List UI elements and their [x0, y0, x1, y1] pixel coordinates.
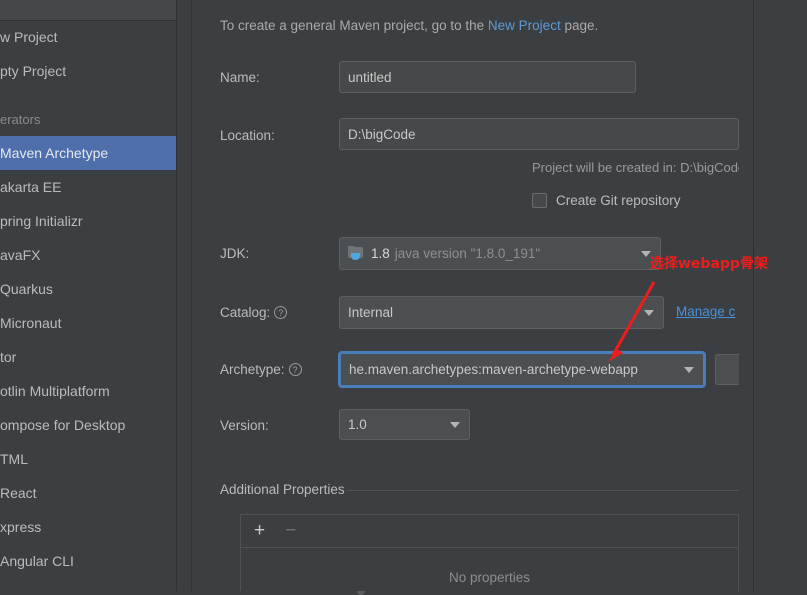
- sidebar-item-label: w Project: [0, 29, 58, 45]
- archetype-label-text: Archetype:: [220, 362, 285, 377]
- archetype-combobox[interactable]: he.maven.archetypes:maven-archetype-weba…: [338, 351, 706, 388]
- catalog-combobox[interactable]: Internal: [339, 296, 664, 329]
- sidebar-item-pring-initializr[interactable]: pring Initializr: [0, 204, 177, 238]
- catalog-label: Catalog:?: [220, 303, 288, 323]
- sidebar-item-label: Quarkus: [0, 281, 53, 297]
- main-scrollbar-track[interactable]: [739, 0, 753, 591]
- sidebar-item-label: otlin Multiplatform: [0, 383, 110, 399]
- chevron-down-icon[interactable]: [450, 421, 460, 428]
- sidebar-item-micronaut[interactable]: Micronaut: [0, 306, 177, 340]
- sidebar-item-label: akarta EE: [0, 179, 62, 195]
- manage-catalogs-link[interactable]: Manage c: [676, 304, 735, 319]
- ide-new-project-dialog: w Project pty Project erators Maven Archety…: [0, 0, 807, 595]
- sidebar-item-label: Angular CLI: [0, 553, 74, 569]
- sidebar-item-ompose-for-desktop[interactable]: ompose for Desktop: [0, 408, 177, 442]
- jdk-version-description: java version "1.8.0_191": [394, 246, 541, 261]
- create-git-repository-row[interactable]: Create Git repository: [532, 193, 681, 208]
- project-generators-sidebar: w Project pty Project erators Maven Archety…: [0, 0, 177, 591]
- sidebar-item-xpress[interactable]: xpress: [0, 510, 177, 544]
- sidebar-item-quarkus[interactable]: Quarkus: [0, 272, 177, 306]
- archetype-add-button[interactable]: [715, 354, 739, 385]
- location-input[interactable]: [339, 118, 739, 150]
- archetype-value: he.maven.archetypes:maven-archetype-weba…: [349, 362, 638, 377]
- name-input[interactable]: [339, 61, 636, 93]
- jdk-folder-icon: [348, 246, 365, 261]
- jdk-version-value: 1.8: [371, 246, 390, 261]
- sidebar-item-maven-archetype[interactable]: Maven Archetype: [0, 136, 177, 170]
- create-git-repository-checkbox[interactable]: [532, 193, 547, 208]
- dialog-right-edge: [753, 0, 754, 591]
- sidebar-item-list: w Project pty Project erators Maven Archety…: [0, 20, 177, 578]
- archetype-help-icon[interactable]: ?: [288, 363, 302, 376]
- sidebar-item-pty-project[interactable]: pty Project: [0, 54, 177, 88]
- catalog-help-icon[interactable]: ?: [274, 306, 288, 319]
- sidebar-item-label: pty Project: [0, 63, 67, 79]
- add-property-button[interactable]: +: [254, 521, 265, 540]
- additional-properties-title: Additional Properties: [220, 482, 345, 497]
- sidebar-item-label: erators: [0, 112, 41, 127]
- location-note: Project will be created in: D:\bigCode\u…: [532, 160, 739, 175]
- sidebar-item-label: xpress: [0, 519, 42, 535]
- jdk-combobox[interactable]: 1.8 java version "1.8.0_191": [339, 237, 661, 270]
- sidebar-item-label: tor: [0, 349, 17, 365]
- catalog-label-text: Catalog:: [220, 305, 271, 320]
- sidebar-item-tor[interactable]: tor: [0, 340, 177, 374]
- general-maven-hint: To create a general Maven project, go to…: [220, 18, 598, 33]
- remove-property-button[interactable]: −: [285, 521, 296, 540]
- sidebar-scrollbar-track[interactable]: [177, 20, 365, 595]
- sidebar-item-angular-cli[interactable]: Angular CLI: [0, 544, 177, 578]
- sidebar-item-w-project[interactable]: w Project: [0, 20, 177, 54]
- sidebar-item-label: avaFX: [0, 247, 41, 263]
- annotation-text: 选择webapp骨架: [650, 256, 768, 272]
- sidebar-item-avafx[interactable]: avaFX: [0, 238, 177, 272]
- chevron-down-icon[interactable]: [684, 366, 694, 373]
- sidebar-item-label: Micronaut: [0, 315, 62, 331]
- chevron-down-icon[interactable]: [644, 309, 654, 316]
- new-project-link[interactable]: New Project: [488, 18, 561, 33]
- version-value: 1.0: [348, 417, 367, 432]
- sidebar-item-otlin-multiplatform[interactable]: otlin Multiplatform: [0, 374, 177, 408]
- jdk-label: JDK:: [220, 246, 250, 261]
- create-git-repository-label: Create Git repository: [556, 193, 681, 208]
- additional-properties-empty-text: No properties: [448, 570, 531, 585]
- additional-properties-toolbar: + −: [240, 514, 739, 548]
- sidebar-item-label: ompose for Desktop: [0, 417, 126, 433]
- sidebar-item-tml[interactable]: TML: [0, 442, 177, 476]
- sidebar-item-label: TML: [0, 451, 28, 467]
- sidebar-item-akarta-ee[interactable]: akarta EE: [0, 170, 177, 204]
- sidebar-item-label: React: [0, 485, 37, 501]
- catalog-value: Internal: [348, 305, 394, 320]
- sidebar-group-label: erators: [0, 104, 177, 136]
- sidebar-item-react[interactable]: React: [0, 476, 177, 510]
- location-label: Location:: [220, 128, 275, 143]
- hint-text-after: page.: [560, 18, 599, 33]
- name-label: Name:: [220, 70, 260, 85]
- version-combobox[interactable]: 1.0: [339, 409, 470, 440]
- additional-properties-divider: [347, 490, 739, 491]
- archetype-label: Archetype:?: [220, 360, 302, 380]
- sidebar-item-label: Maven Archetype: [0, 145, 109, 161]
- sidebar-header: [0, 0, 177, 21]
- maven-archetype-form: To create a general Maven project, go to…: [192, 0, 739, 591]
- version-label: Version:: [220, 418, 269, 433]
- sidebar-item-label: pring Initializr: [0, 213, 83, 229]
- hint-text-before: To create a general Maven project, go to…: [220, 18, 488, 33]
- background-panel: [753, 0, 807, 591]
